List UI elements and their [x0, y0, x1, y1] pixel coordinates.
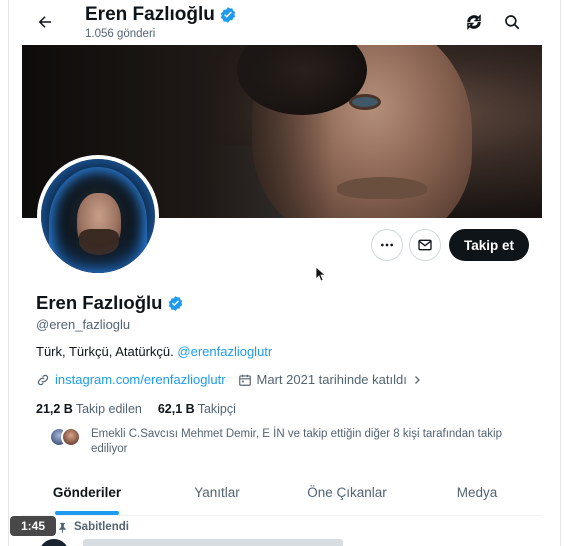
header-title: Eren Fazlıoğlu — [85, 4, 237, 26]
bio-text: Türk, Türkçü, Atatürkçü. — [36, 344, 174, 359]
tab-posts[interactable]: Gönderiler — [22, 470, 152, 515]
followed-by-text: Emekli C.Savcısı Mehmet Demir, E İN ve t… — [91, 428, 502, 455]
profile-meta: instagram.com/erenfazlioglutr Mart 2021 … — [36, 372, 423, 387]
tab-media[interactable]: Medya — [412, 470, 542, 515]
more-button[interactable] — [371, 229, 403, 261]
avatar — [39, 539, 69, 546]
profile-bio: Türk, Türkçü, Atatürkçü. @erenfazlioglut… — [36, 344, 272, 359]
verified-badge-icon — [220, 7, 235, 23]
sync-icon — [467, 14, 481, 30]
following-count: 21,2 B — [36, 402, 73, 416]
tab-replies[interactable]: Yanıtlar — [152, 470, 282, 515]
search-button[interactable] — [500, 10, 524, 34]
mouse-cursor-icon — [315, 266, 327, 282]
link-icon — [37, 374, 49, 385]
bio-mention-link[interactable]: @erenfazlioglutr — [177, 344, 272, 359]
calendar-icon — [238, 374, 251, 386]
following-label: Takip edilen — [75, 402, 142, 416]
back-button[interactable] — [33, 10, 57, 34]
search-icon — [505, 15, 520, 30]
pin-icon — [59, 522, 66, 533]
more-icon — [381, 243, 393, 247]
follow-stats: 21,2 B Takip edilen 62,1 B Takipçi — [36, 402, 236, 416]
profile-handle: @eren_fazlioglu — [36, 317, 131, 332]
avatar — [61, 427, 81, 447]
mutual-avatars — [49, 427, 85, 449]
following-stat[interactable]: 21,2 B Takip edilen — [36, 402, 142, 416]
video-timestamp-badge: 1:45 — [10, 516, 56, 536]
sync-button[interactable] — [462, 10, 486, 34]
followed-by[interactable]: Emekli C.Savcısı Mehmet Demir, E İN ve t… — [49, 427, 529, 457]
mail-icon — [418, 239, 432, 251]
message-button[interactable] — [409, 229, 441, 261]
followers-stat[interactable]: 62,1 B Takipçi — [158, 402, 236, 416]
profile-name: Eren Fazlıoğlu — [36, 292, 184, 314]
pinned-label: Sabitlendi — [57, 521, 129, 533]
profile-tabs: Gönderiler Yanıtlar Öne Çıkanlar Medya — [22, 470, 542, 516]
arrow-left-icon — [38, 16, 51, 28]
verified-badge-icon — [169, 295, 183, 311]
joined-text: Mart 2021 tarihinde katıldı — [256, 372, 407, 387]
tab-highlights[interactable]: Öne Çıkanlar — [282, 470, 412, 515]
post-count: 1.056 gönderi — [85, 28, 156, 40]
profile-name-text: Eren Fazlıoğlu — [36, 292, 163, 313]
follow-button[interactable]: Takip et — [449, 229, 529, 261]
followers-label: Takipçi — [197, 402, 236, 416]
joined-date[interactable]: Mart 2021 tarihinde katıldı — [238, 372, 423, 387]
top-bar: Eren Fazlıoğlu 1.056 gönderi — [9, 0, 560, 45]
chevron-right-icon — [414, 375, 420, 384]
pinned-post-preview[interactable] — [39, 539, 539, 546]
header-name: Eren Fazlıoğlu — [85, 4, 215, 25]
pinned-text: Sabitlendi — [74, 521, 129, 533]
followers-count: 62,1 B — [157, 402, 195, 416]
profile-avatar[interactable] — [37, 155, 159, 277]
website-link[interactable]: instagram.com/erenfazlioglutr — [55, 372, 226, 387]
profile-page: Eren Fazlıoğlu 1.056 gönderi Takip et Er… — [8, 0, 561, 546]
